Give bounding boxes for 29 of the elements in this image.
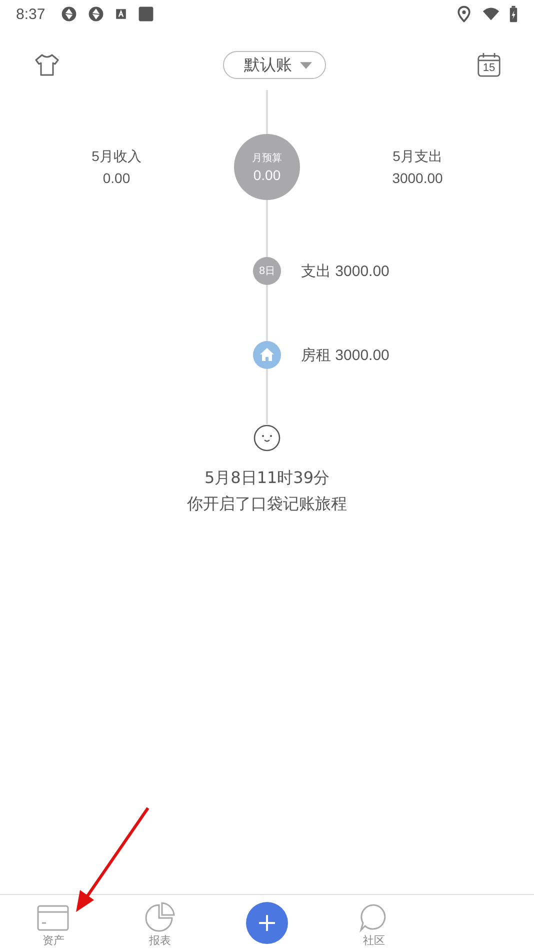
location-icon bbox=[455, 5, 473, 23]
book-selector[interactable]: 默认账 bbox=[222, 51, 326, 79]
status-time: 8:37 bbox=[16, 6, 46, 22]
start-message: 你开启了口袋记账旅程 bbox=[187, 494, 347, 514]
add-button[interactable] bbox=[246, 902, 288, 944]
battery-charging-icon bbox=[509, 5, 518, 23]
plus-icon bbox=[256, 913, 277, 933]
tab-label[interactable]: 社区 bbox=[362, 933, 385, 948]
aperture-icon bbox=[60, 5, 78, 23]
start-time: 5月8日11时39分 bbox=[204, 468, 330, 488]
entry-text[interactable]: 支出 3000.00 bbox=[301, 263, 390, 280]
income-amount: 0.00 bbox=[102, 169, 130, 187]
income-label: 5月收入 bbox=[92, 147, 142, 165]
calendar-icon[interactable]: 15 bbox=[477, 52, 501, 78]
tab-label[interactable]: 资产 bbox=[42, 933, 64, 948]
font-icon bbox=[114, 7, 128, 21]
square-icon bbox=[137, 5, 156, 23]
expense-label: 5月支出 bbox=[392, 147, 442, 165]
tab-label[interactable]: 报表 bbox=[149, 933, 172, 948]
house-icon bbox=[253, 341, 281, 369]
budget-label: 月预算 bbox=[252, 152, 282, 165]
caret-icon bbox=[300, 62, 312, 68]
aperture-icon bbox=[87, 5, 106, 23]
entry-text[interactable]: 房租 3000.00 bbox=[301, 347, 390, 364]
budget-amount: 0.00 bbox=[253, 167, 281, 183]
day-badge: 8日 bbox=[253, 257, 281, 285]
expense-amount: 3000.00 bbox=[392, 169, 443, 187]
wifi-icon bbox=[482, 5, 500, 23]
pie-chart-icon[interactable] bbox=[143, 901, 178, 933]
